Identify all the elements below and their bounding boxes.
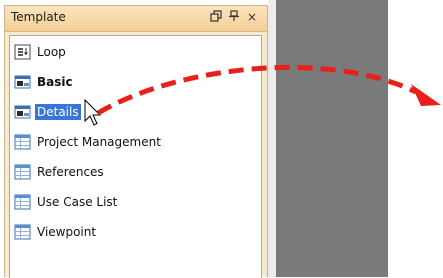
list-item-label: Project Management bbox=[37, 135, 161, 149]
pin-icon[interactable] bbox=[227, 10, 241, 24]
editor-gray-area bbox=[276, 0, 388, 277]
restore-window-icon[interactable] bbox=[209, 10, 223, 24]
table-template-icon bbox=[14, 224, 32, 240]
template-list: Loop Basic Details Project Management Re… bbox=[9, 35, 262, 278]
panel-splitter[interactable] bbox=[268, 0, 276, 277]
list-item-basic[interactable]: Basic bbox=[14, 72, 75, 92]
list-item-label: Use Case List bbox=[37, 195, 118, 209]
list-item-project-management[interactable]: Project Management bbox=[14, 132, 163, 152]
list-item-references[interactable]: References bbox=[14, 162, 106, 182]
panel-header: Template × bbox=[5, 6, 267, 32]
basic-template-icon bbox=[14, 74, 32, 90]
details-template-icon bbox=[14, 104, 32, 120]
loop-template-icon bbox=[14, 44, 32, 60]
list-item-label: Viewpoint bbox=[37, 225, 97, 239]
table-template-icon bbox=[14, 164, 32, 180]
list-item-use-case-list[interactable]: Use Case List bbox=[14, 192, 119, 212]
list-item-label: References bbox=[37, 165, 104, 179]
list-item-details[interactable]: Details bbox=[14, 102, 81, 122]
template-panel: Template × Loop Basic Details Project Ma… bbox=[4, 5, 268, 278]
list-item-loop[interactable]: Loop bbox=[14, 42, 68, 62]
table-template-icon bbox=[14, 194, 32, 210]
list-item-label: Loop bbox=[37, 45, 66, 59]
list-item-label: Details bbox=[35, 104, 81, 120]
panel-title: Template bbox=[11, 10, 66, 24]
list-item-label: Basic bbox=[37, 75, 73, 89]
table-template-icon bbox=[14, 134, 32, 150]
close-icon[interactable]: × bbox=[245, 10, 259, 24]
list-item-viewpoint[interactable]: Viewpoint bbox=[14, 222, 98, 242]
